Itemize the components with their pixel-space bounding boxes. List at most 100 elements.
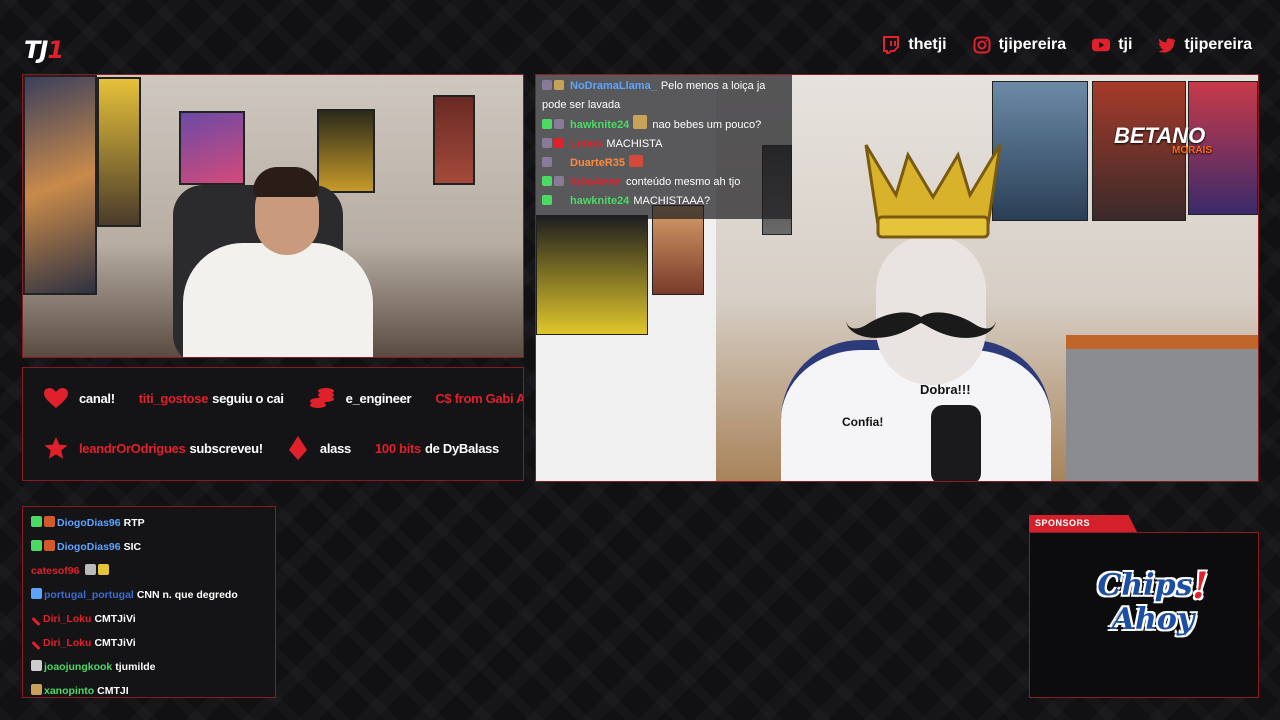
brand-logo: TJ1 [24,36,64,64]
chat-username: hawknite24 [570,119,630,131]
chat-username: NoDramaLlama_ [570,80,657,92]
badge-icon [31,660,42,671]
chat-text: RTP [123,517,145,529]
badge-icon [31,684,42,695]
alert-row-subs: leandrOrOdrigues subscreveu! alass 100 b… [23,428,523,468]
crown-filter [864,144,1002,239]
social-twitch[interactable]: thetji [882,36,947,54]
chat-message: DiogoDias96 RTP [31,511,275,535]
badge-icon [542,176,552,186]
chat-text: pode ser lavada [542,99,621,111]
heart-icon [43,387,69,409]
badge-icon [542,195,552,205]
streamer-hair [253,167,319,197]
bits-diamond-icon [287,435,310,461]
alert-text: de DyBalass [424,440,499,456]
bed [1066,335,1258,481]
chat-message: Diri_Loku CMTJiVi [31,607,275,631]
chips-ahoy-logo: Chips Ahoy ! [1086,568,1208,655]
wall-poster [97,77,141,227]
social-twitter[interactable]: tjipereira [1158,36,1252,54]
betano-logo: BETANO MORAIS [1114,123,1212,156]
chat-text: SIC [123,541,142,553]
youtube-icon [1092,36,1111,54]
social-handle: tji [1118,36,1133,53]
coins-icon [308,385,336,411]
alert-amount: 100 bits [374,440,421,456]
badge-icon [542,157,552,167]
badge-icon [44,516,55,527]
badge-icon [542,138,552,148]
chat-badges [542,135,570,154]
alert-username: titi_gostose [138,390,209,406]
chat-username: portugal_portugal [44,589,134,601]
badge-icon [554,80,564,90]
emote-icon [629,155,644,167]
webcam-panel [22,74,524,358]
main-scene-video: BETANO MORAIS Dobra!!! Confia! NoDramaLl… [535,74,1259,482]
sword-badge-icon [31,616,41,627]
wall-poster [23,75,97,295]
chat-message: hawknite24 nao bebes um pouco? [542,115,786,135]
streamer-body [183,243,373,357]
social-youtube[interactable]: tji [1092,36,1132,54]
scene-chat-overlay: NoDramaLlama_ Pelo menos a loiça ja pode … [536,75,792,219]
badge-icon [554,138,564,148]
chat-badges [542,77,570,96]
chat-username: Lenco [570,138,603,150]
badge-icon [554,119,564,129]
twitter-icon [1158,36,1176,54]
badge-icon [542,119,552,129]
chat-username: DuarteR35 [570,157,626,169]
chat-text: CMTJiVi [94,613,136,625]
chat-text: MACHISTA [606,138,663,150]
chat-message: DiogoDias96 SIC [31,535,275,559]
sword-badge-icon [31,640,41,651]
sponsors-label: SPONSORS [1029,515,1137,532]
chat-username: Diri_Loku [43,613,92,625]
moderator-badge-icon [31,540,42,551]
microphone [931,405,981,481]
chat-text: MACHISTAAA? [633,195,711,207]
chat-badges [542,192,570,211]
instagram-icon [973,36,991,54]
chat-message: Diri_Loku CMTJiVi [31,631,275,655]
chat-message: catesof96 [31,559,275,583]
emote-icon [85,564,97,575]
chat-text: tjumilde [115,661,156,673]
social-links: thetji tjipereira tji tjipereira [882,36,1252,54]
social-instagram[interactable]: tjipereira [973,36,1066,54]
badge-icon [554,176,564,186]
sponsor-brand-line1: Chips [1097,568,1193,603]
chat-text: CMTJI [97,685,129,697]
alert-row-follows: canal! titi_gostose seguiu o cai e_engin… [23,378,523,418]
chat-text: Pelo menos a loiça ja [660,80,766,92]
chat-username: Diri_Loku [43,637,92,649]
chat-username: xanopinto [44,685,95,697]
alert-text: subscreveu! [189,440,263,456]
badge-icon [44,540,55,551]
chat-message: xanopinto CMTJI [31,679,275,703]
chat-username: joaojungkook [44,661,113,673]
logo-main: TJ [24,36,48,64]
chat-badges [542,154,570,173]
chat-message: Lenco MACHISTA [542,135,786,154]
mustache-filter [846,312,996,338]
chat-message: tuba4ever conteúdo mesmo ah tjo [542,173,786,192]
logo-accent: 1 [47,36,64,64]
chat-username: catesof96 [31,565,80,577]
wall-poster [536,215,648,335]
alert-username: alass [319,440,351,456]
chat-text: CMTJiVi [94,637,136,649]
emote-icon [633,115,648,129]
chat-username: DiogoDias96 [57,517,121,529]
chat-message: NoDramaLlama_ Pelo menos a loiça ja [542,77,786,96]
sponsor-brand-line2: Ahoy [1111,602,1195,637]
chat-badges [542,173,570,192]
chat-text: conteúdo mesmo ah tjo [625,176,741,188]
sponsor-box: Chips Ahoy ! [1029,532,1259,698]
alert-text: C$ from Gabi Al [435,390,523,406]
sponsor-brand-bang: ! [1192,565,1208,607]
wall-poster [433,95,475,185]
alert-text: seguiu o cai [212,390,284,406]
